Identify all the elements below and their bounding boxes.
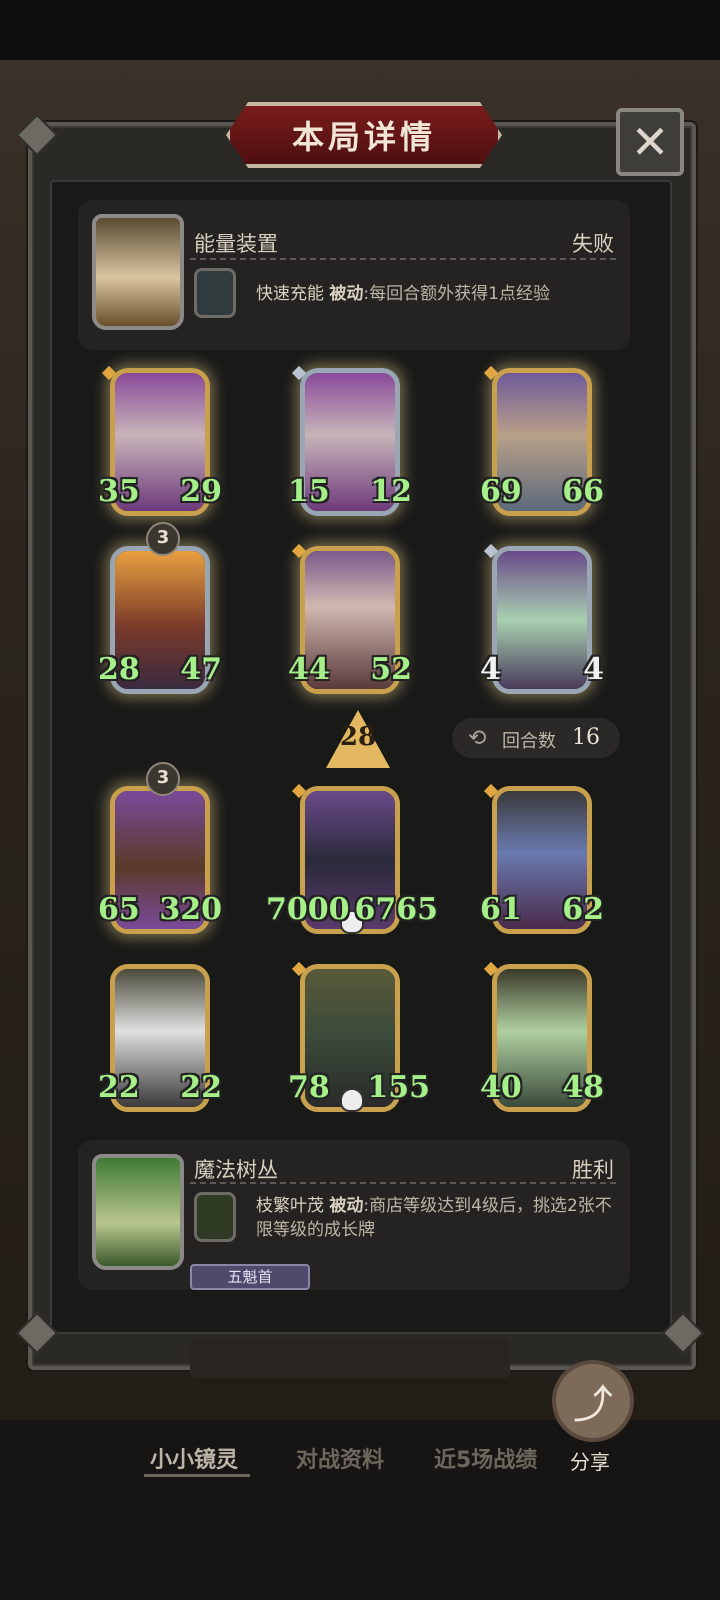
- rounds-label: 回合数: [502, 731, 556, 752]
- unit-attack: 15: [288, 474, 330, 509]
- hero-skill-icon[interactable]: [194, 1192, 236, 1242]
- unit-health: 62: [562, 892, 604, 927]
- unit-card[interactable]: 3 65 320: [98, 762, 222, 940]
- share-icon: ⤴: [573, 1382, 613, 1428]
- unit-health: 12: [370, 474, 412, 509]
- unit-health: 48: [562, 1070, 604, 1105]
- title-badge: 五魁首: [190, 1264, 310, 1290]
- unit-card[interactable]: 78 155: [288, 958, 430, 1118]
- bottom-player-card: 魔法树丛 胜利 枝繁叶茂 被动:商店等级达到4级后，挑选2张不限等级的成长牌 五…: [78, 1140, 630, 1290]
- unit-health: 4: [583, 652, 604, 687]
- unit-attack: 61: [480, 892, 522, 927]
- active-tab-underline: [144, 1474, 250, 1477]
- unit-attack: 78: [288, 1070, 330, 1105]
- unit-health: 66: [562, 474, 604, 509]
- unit-health: 47: [180, 652, 222, 687]
- hero-skill-text: 快速充能 被动:每回合额外获得1点经验: [256, 282, 616, 306]
- unit-health: 22: [180, 1070, 222, 1105]
- unit-card[interactable]: 7000 6765: [266, 780, 438, 940]
- unit-card[interactable]: 61 62: [480, 780, 604, 940]
- refresh-icon: ⟲: [468, 726, 487, 751]
- unit-card[interactable]: 35 29: [98, 362, 222, 522]
- unit-attack: 69: [480, 474, 522, 509]
- unit-card[interactable]: 3 28 47: [98, 522, 222, 700]
- unit-card[interactable]: 15 12: [288, 362, 412, 522]
- divider: [190, 1182, 616, 1184]
- title-plate: 本局详情: [226, 102, 502, 168]
- unit-attack: 35: [98, 474, 140, 509]
- skull-icon: [340, 1088, 364, 1112]
- skill-description: :每回合额外获得1点经验: [363, 284, 550, 304]
- divider: [190, 258, 616, 260]
- tier-badge: 3: [146, 522, 180, 556]
- skill-name: 枝繁叶茂: [256, 1196, 324, 1216]
- unit-health: 155: [367, 1070, 430, 1105]
- player-avatar[interactable]: [92, 214, 184, 330]
- unit-attack: 65: [98, 892, 140, 927]
- rounds-indicator: ⟲ 回合数 16: [452, 718, 620, 758]
- unit-attack: 7000: [266, 892, 350, 927]
- unit-card[interactable]: 4 4: [480, 540, 604, 700]
- unit-art: [497, 551, 587, 689]
- match-result: 失败: [572, 232, 614, 256]
- tab-little-spirit[interactable]: 小小镜灵: [150, 1442, 238, 1474]
- unit-attack: 40: [480, 1070, 522, 1105]
- player-name: 魔法树丛: [194, 1158, 278, 1182]
- page-title: 本局详情: [291, 118, 436, 156]
- unit-attack: 44: [288, 652, 330, 687]
- unit-health: 320: [159, 892, 222, 927]
- unit-card[interactable]: 40 48: [480, 958, 604, 1118]
- tab-battle-info[interactable]: 对战资料: [296, 1442, 384, 1474]
- card-strip: [190, 1338, 510, 1378]
- rounds-value: 16: [572, 725, 600, 750]
- unit-attack: 22: [98, 1070, 140, 1105]
- share-button[interactable]: ⤴: [552, 1360, 634, 1442]
- hero-skill-text: 枝繁叶茂 被动:商店等级达到4级后，挑选2张不限等级的成长牌: [256, 1194, 616, 1242]
- unit-card[interactable]: 22 22: [98, 958, 222, 1118]
- hero-skill-icon[interactable]: [194, 268, 236, 318]
- skill-tag: 被动: [329, 284, 364, 304]
- tier-badge: 3: [146, 762, 180, 796]
- unit-attack: 28: [98, 652, 140, 687]
- skill-name: 快速充能: [256, 284, 324, 304]
- match-result: 胜利: [572, 1158, 614, 1182]
- share-label: 分享: [570, 1450, 610, 1474]
- skill-tag: 被动: [329, 1196, 364, 1216]
- level-value: 28: [339, 722, 377, 752]
- unit-health: 52: [370, 652, 412, 687]
- unit-attack: 4: [480, 652, 501, 687]
- unit-health: 29: [180, 474, 222, 509]
- player-name: 能量装置: [194, 232, 278, 256]
- unit-health: 6765: [354, 892, 439, 927]
- close-icon: ✕: [630, 115, 670, 169]
- unit-card[interactable]: 44 52: [288, 540, 412, 700]
- player-avatar[interactable]: [92, 1154, 184, 1270]
- top-player-card: 能量装置 失败 快速充能 被动:每回合额外获得1点经验: [78, 200, 630, 350]
- unit-card[interactable]: 69 66: [480, 362, 604, 522]
- tab-recent-results[interactable]: 近5场战绩: [434, 1442, 537, 1474]
- close-button[interactable]: ✕: [616, 108, 684, 176]
